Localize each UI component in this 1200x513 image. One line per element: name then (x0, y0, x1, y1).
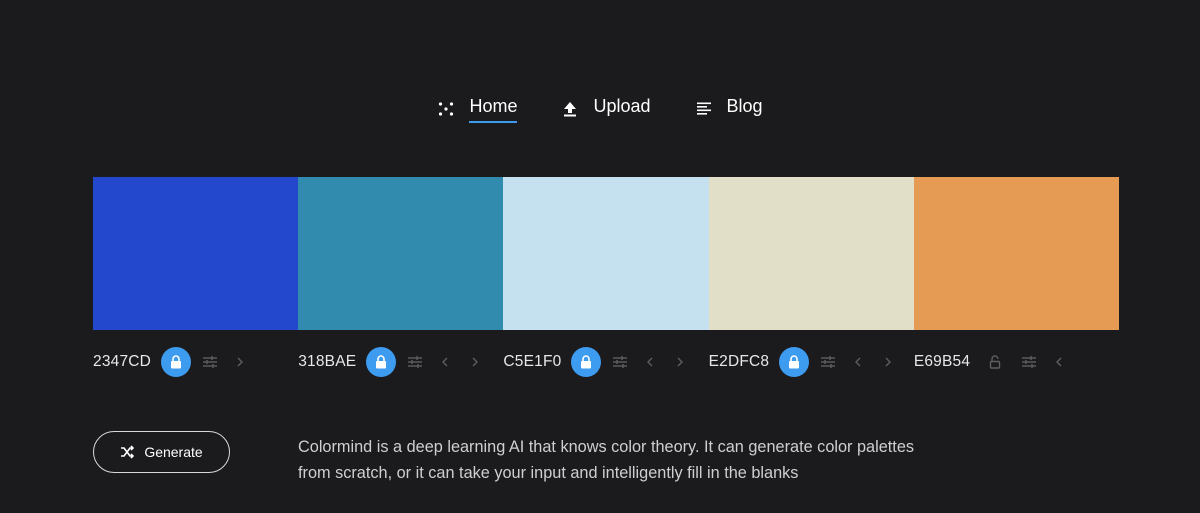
color-swatch-4[interactable] (708, 177, 914, 330)
lock-button[interactable] (366, 347, 397, 377)
lock-icon (581, 355, 592, 369)
color-swatch-3[interactable] (503, 177, 709, 330)
nav-item-upload[interactable]: Upload (561, 92, 651, 126)
lock-icon (376, 355, 387, 369)
lock-icon (789, 355, 800, 369)
lock-button[interactable] (980, 347, 1010, 377)
sliders-icon[interactable] (1018, 351, 1040, 373)
swatch-controls-5: E69B54 (914, 346, 1119, 378)
unlock-icon (989, 355, 1001, 369)
color-palette (93, 177, 1120, 330)
generate-label: Generate (144, 444, 203, 460)
sliders-icon[interactable] (199, 351, 221, 373)
sliders-icon[interactable] (404, 351, 426, 373)
nav-label-home: Home (469, 95, 518, 123)
nav-label-upload: Upload (593, 96, 651, 116)
hex-value[interactable]: E69B54 (914, 353, 970, 371)
color-swatch-5[interactable] (913, 177, 1120, 330)
text-lines-icon (695, 100, 713, 118)
hex-value[interactable]: C5E1F0 (503, 353, 561, 371)
nav-item-home[interactable]: Home (437, 92, 518, 126)
main-nav: Home Upload Blog (0, 92, 1200, 126)
hex-value[interactable]: 318BAE (298, 353, 356, 371)
chevron-left-icon[interactable] (434, 351, 456, 373)
nav-item-blog[interactable]: Blog (695, 92, 763, 126)
hex-value[interactable]: E2DFC8 (709, 353, 770, 371)
chevron-left-icon[interactable] (1048, 351, 1070, 373)
color-swatch-1[interactable] (93, 177, 299, 330)
generate-button[interactable]: Generate (93, 431, 230, 473)
chevron-left-icon[interactable] (639, 351, 661, 373)
swatch-controls-4: E2DFC8 (709, 346, 914, 378)
chevron-right-icon[interactable] (669, 351, 691, 373)
description-text: Colormind is a deep learning AI that kno… (298, 438, 915, 482)
color-swatch-2[interactable] (298, 177, 504, 330)
palette-controls: 2347CD 318BAE C5E1F0 E2DFC8 E69B54 (93, 346, 1119, 378)
chevron-left-icon[interactable] (847, 351, 869, 373)
chevron-right-icon[interactable] (877, 351, 899, 373)
hex-value[interactable]: 2347CD (93, 353, 151, 371)
swatch-controls-2: 318BAE (298, 346, 503, 378)
sliders-icon[interactable] (817, 351, 839, 373)
dots-icon (437, 100, 455, 118)
shuffle-icon (120, 445, 135, 459)
swatch-controls-1: 2347CD (93, 346, 298, 378)
nav-label-blog: Blog (726, 96, 763, 116)
lock-button[interactable] (571, 347, 602, 377)
upload-icon (561, 100, 579, 118)
lock-button[interactable] (779, 347, 810, 377)
chevron-right-icon[interactable] (464, 351, 486, 373)
lock-icon (171, 355, 182, 369)
chevron-right-icon[interactable] (229, 351, 251, 373)
sliders-icon[interactable] (609, 351, 631, 373)
lock-button[interactable] (161, 347, 192, 377)
swatch-controls-3: C5E1F0 (503, 346, 708, 378)
